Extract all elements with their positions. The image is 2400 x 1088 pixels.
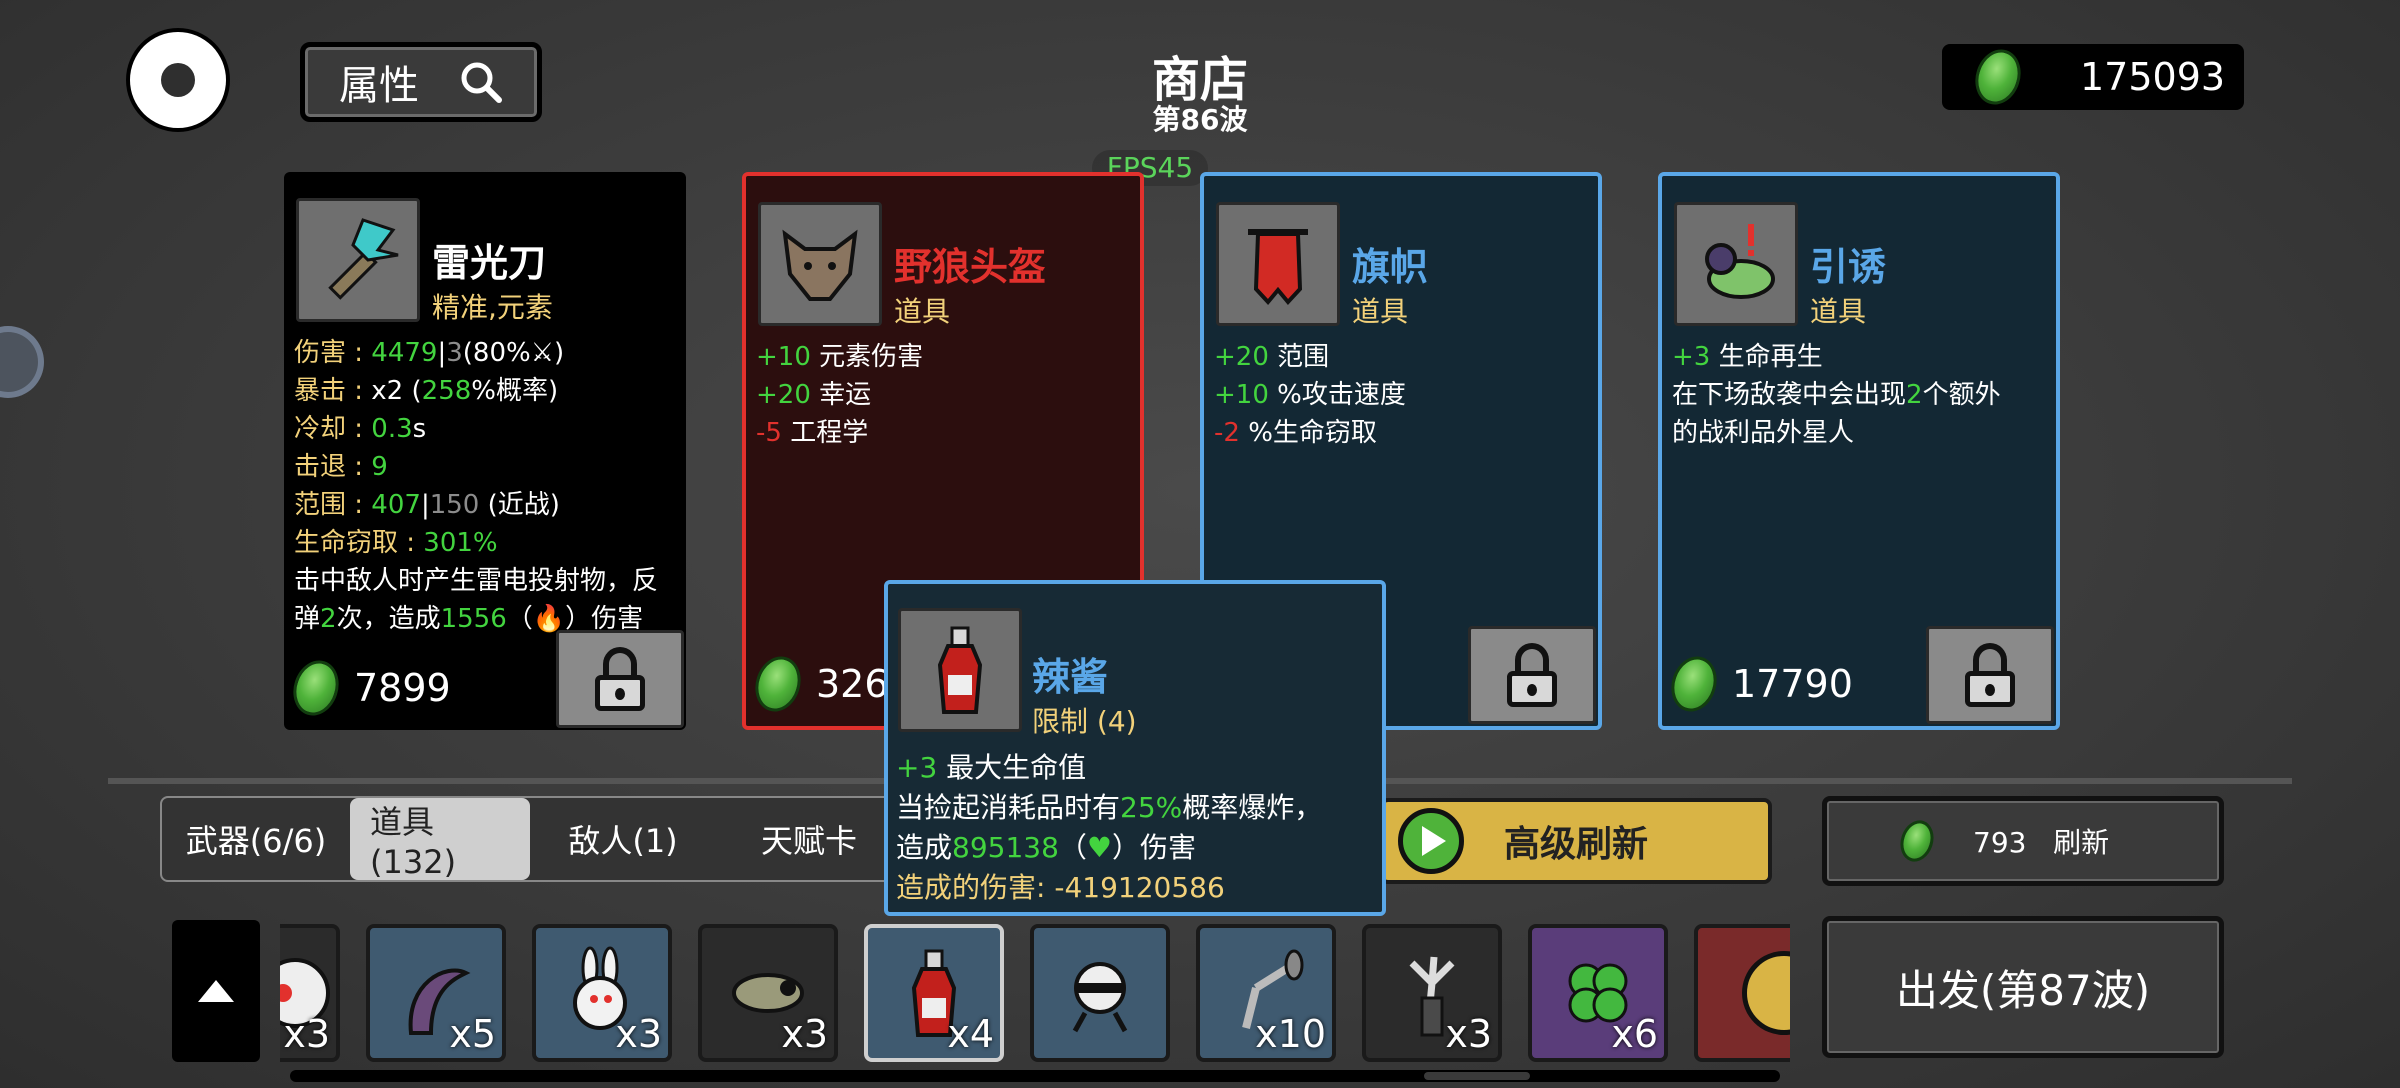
lure-icon (1674, 202, 1798, 326)
inventory-slot[interactable]: x4 (864, 924, 1004, 1062)
lock-button[interactable] (1926, 626, 2054, 724)
lightning-blade-icon (296, 198, 420, 322)
padlock-icon (1965, 643, 2015, 707)
lock-button[interactable] (556, 630, 684, 728)
wave-label: 第86波 (1152, 103, 1248, 136)
material-coin-icon (748, 650, 808, 718)
stat-line: +20 幸运 (756, 380, 872, 410)
material-coin-icon (1968, 43, 2028, 111)
padlock-icon (595, 647, 645, 711)
tab-items[interactable]: 道具(132) (350, 798, 530, 881)
item-type: 精准,元素 (432, 291, 553, 324)
refresh-cost: 793 刷新 (1973, 826, 2110, 859)
advanced-refresh-button[interactable]: 高级刷新 (1380, 798, 1772, 884)
material-coin-icon (1895, 816, 1939, 866)
item-price: 326 (748, 650, 889, 718)
inventory-tabs: 武器(6/6) 道具(132) 敌人(1) 天赋卡 (160, 796, 938, 882)
hot-sauce-icon (898, 608, 1022, 732)
item-name: 引诱 (1810, 245, 1887, 289)
stat-line: -2 %生命窃取 (1214, 418, 1377, 448)
lock-button[interactable] (1468, 626, 1596, 724)
item-name: 雷光刀 (432, 241, 547, 285)
tooltip-item-name: 辣酱 (1032, 655, 1109, 699)
item-description: 在下场敌袭中会出现2个额外 (1672, 380, 2001, 410)
item-type: 道具 (894, 295, 951, 328)
heart-icon: ♥ (1086, 831, 1113, 864)
banner-icon (1216, 202, 1340, 326)
item-price: 7899 (286, 654, 451, 722)
inventory-scrollbar[interactable] (290, 1070, 1780, 1082)
item-stats: 伤害 : 4479|3(80%⚔) 暴击 : x2 (258%概率) 冷却 : … (294, 334, 676, 638)
item-type: 道具 (1810, 295, 1867, 328)
tooltip-item-type: 限制 (4) (1032, 705, 1137, 738)
inventory-slot[interactable]: x3 (1362, 924, 1502, 1062)
inventory-scroll-thumb[interactable] (1424, 1072, 1530, 1080)
item-description: 击中敌人时产生雷电投射物，反 弹2次，造成1556（🔥）伤害 (294, 566, 659, 634)
attributes-label: 属性 (339, 63, 419, 109)
item-name: 野狼头盔 (894, 245, 1047, 289)
tab-enemies[interactable]: 敌人(1) (530, 798, 716, 880)
item-stats: +3 生命再生 在下场敌袭中会出现2个额外 的战利品外星人 (1672, 338, 2046, 452)
inventory-slot[interactable]: x3 (698, 924, 838, 1062)
material-coin-icon (1664, 650, 1724, 718)
inventory-strip: x3 x5 x3 x3 x4 x10 x3 x6 (280, 922, 1790, 1064)
floating-assist-button[interactable] (0, 326, 44, 398)
stat-line: +10 元素伤害 (756, 342, 924, 372)
expand-inventory-button[interactable] (172, 920, 260, 1062)
item-stats: +20 范围 +10 %攻击速度 -2 %生命窃取 (1214, 338, 1588, 452)
item-stats: +10 元素伤害 +20 幸运 -5 工程学 (756, 338, 1130, 452)
money-amount: 175093 (2080, 55, 2226, 99)
advanced-refresh-label: 高级刷新 (1504, 824, 1649, 865)
inventory-slot[interactable]: x5 (366, 924, 506, 1062)
search-icon (461, 62, 502, 103)
tab-talent-cards[interactable]: 天赋卡 (716, 798, 902, 880)
stat-lifesteal: 生命窃取 : 301% (294, 528, 498, 558)
inventory-slot[interactable]: x3 (280, 924, 340, 1062)
item-description-cont: 的战利品外星人 (1672, 418, 1855, 448)
stat-crit: 暴击 : x2 (258%概率) (294, 376, 559, 406)
stat-range: 范围 : 407|150 (近战) (294, 490, 560, 520)
item-type: 道具 (1352, 295, 1409, 328)
stat-line: -5 工程学 (756, 418, 869, 448)
material-coin-icon (286, 654, 346, 722)
stat-damage: 伤害 : 4479|3(80%⚔) (294, 338, 565, 368)
stat-line: +3 生命再生 (1672, 342, 1823, 372)
stat-knockback: 击退 : 9 (294, 452, 388, 482)
attributes-button[interactable]: 属性 (300, 42, 542, 122)
damage-dealt: 造成的伤害: -419120586 (896, 871, 1225, 904)
refresh-button[interactable]: 793 刷新 (1822, 796, 2224, 886)
stat-cooldown: 冷却 : 0.3s (294, 414, 427, 444)
inventory-slot[interactable]: x3 (532, 924, 672, 1062)
inventory-slot[interactable] (1030, 924, 1170, 1062)
play-icon (1398, 808, 1464, 874)
shop-card-weapon[interactable]: 雷光刀 精准,元素 伤害 : 4479|3(80%⚔) 暴击 : x2 (258… (284, 172, 686, 730)
stat-line: +10 %攻击速度 (1214, 380, 1406, 410)
inventory-slot[interactable]: x10 (1196, 924, 1336, 1062)
item-tooltip: 辣酱 限制 (4) +3 最大生命值 当捡起消耗品时有25%概率爆炸， 造成89… (884, 580, 1386, 916)
tab-weapons[interactable]: 武器(6/6) (162, 798, 350, 880)
padlock-icon (1507, 643, 1557, 707)
wolf-helmet-icon (758, 202, 882, 326)
stat-line: +20 范围 (1214, 342, 1330, 372)
item-price: 17790 (1664, 650, 1853, 718)
settings-gear-icon[interactable] (130, 32, 226, 128)
inventory-slot[interactable]: x6 (1528, 924, 1668, 1062)
shop-card-item-lure[interactable]: 引诱 道具 +3 生命再生 在下场敌袭中会出现2个额外 的战利品外星人 1779… (1658, 172, 2060, 730)
tooltip-stats: +3 最大生命值 当捡起消耗品时有25%概率爆炸， 造成895138（♥）伤害 … (896, 748, 1376, 908)
money-display: 175093 (1942, 43, 2244, 111)
gold-coin-icon (1742, 951, 1790, 1035)
ninja-bot-icon (1072, 962, 1128, 1033)
item-name: 旗帜 (1352, 245, 1429, 289)
start-next-wave-button[interactable]: 出发(第87波) (1822, 916, 2224, 1058)
inventory-slot[interactable] (1694, 924, 1790, 1062)
sword-icon: ⚔ (530, 338, 555, 368)
